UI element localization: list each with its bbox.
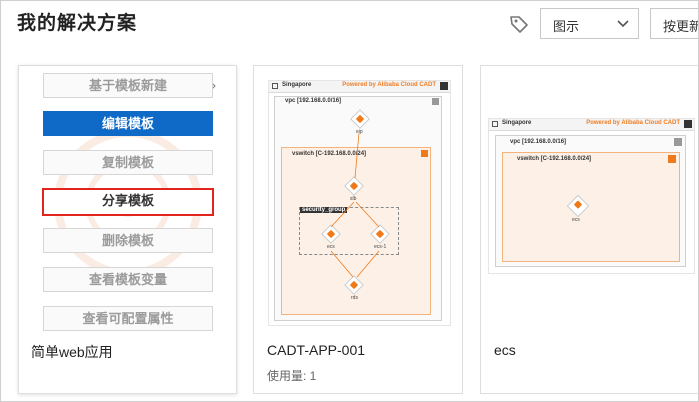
view-template-variables-button[interactable]: 查看模板变量 xyxy=(43,267,213,292)
sort-button[interactable]: 按更新 xyxy=(650,8,699,39)
create-from-template-button[interactable]: 基于模板新建 xyxy=(43,73,213,98)
delete-template-button[interactable]: 删除模板 xyxy=(43,228,213,253)
card-title: 简单web应用 xyxy=(31,344,113,360)
diagram-thumbnail: Singapore Powered by Alibaba Cloud CADT … xyxy=(268,80,451,326)
page-title: 我的解决方案 xyxy=(17,13,138,34)
vswitch-label: vswitch [C-192.168.0.0/24] xyxy=(517,156,592,162)
share-template-button[interactable]: 分享模板 xyxy=(42,188,214,216)
solution-card[interactable]: Singapore Powered by Alibaba Cloud CADT … xyxy=(253,65,463,394)
vpc-label: vpc [192.168.0.0/16] xyxy=(510,139,567,145)
vswitch-zone: vswitch [C-192.168.0.0/24] xyxy=(502,152,680,262)
tag-icon[interactable] xyxy=(508,13,530,35)
sort-button-label: 按更新 xyxy=(663,19,699,34)
solution-card[interactable]: Singapore Powered by Alibaba Cloud CADT … xyxy=(480,65,698,394)
solution-card[interactable]: 基于模板新建 编辑模板 复制模板 分享模板 删除模板 查看模板变量 查看可配置属… xyxy=(18,65,237,394)
view-mode-select[interactable]: 图示 xyxy=(540,8,639,39)
minimize-icon xyxy=(684,120,692,128)
collapse-icon xyxy=(668,155,676,163)
node-label: ecs xyxy=(572,217,580,223)
solutions-page: 我的解决方案 图示 按更新 基于模板新建 编辑模板 复制模板 分享模板 删除模板… xyxy=(0,0,699,402)
usage-count: 使用量: 1 xyxy=(267,369,317,383)
card-title: CADT-APP-001 xyxy=(267,342,366,358)
powered-by-label: Powered by Alibaba Cloud CADT xyxy=(586,120,680,126)
chevron-down-icon xyxy=(617,20,629,28)
diagram-thumbnail: Singapore Powered by Alibaba Cloud CADT … xyxy=(488,118,695,274)
diagram-header: Singapore Powered by Alibaba Cloud CADT xyxy=(489,119,694,131)
grid-icon xyxy=(492,121,498,127)
card-title: ecs xyxy=(494,342,516,358)
edit-template-button[interactable]: 编辑模板 xyxy=(43,111,213,136)
collapse-icon xyxy=(674,138,682,146)
view-configurable-properties-button[interactable]: 查看可配置属性 xyxy=(43,306,213,331)
region-label: Singapore xyxy=(502,120,532,126)
connection-lines xyxy=(330,132,380,278)
view-mode-value: 图示 xyxy=(553,19,580,34)
copy-template-button[interactable]: 复制模板 xyxy=(43,150,213,175)
